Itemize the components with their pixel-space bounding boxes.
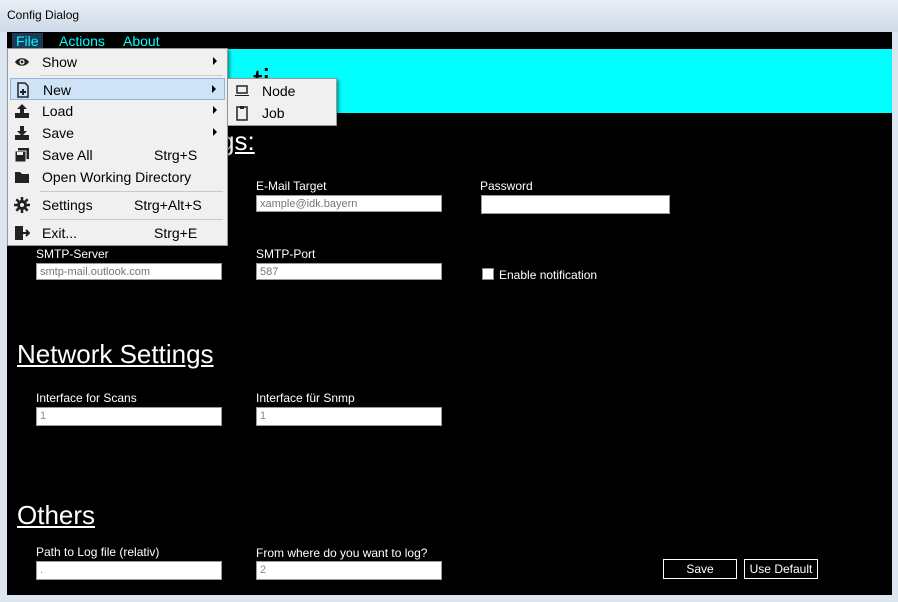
- log-from-label: From where do you want to log?: [256, 546, 428, 560]
- log-path-label: Path to Log file (relativ): [36, 545, 160, 559]
- snmp-interface-label: Interface für Snmp: [256, 391, 355, 405]
- folder-icon: [15, 172, 29, 183]
- scan-interface-label: Interface for Scans: [36, 391, 137, 405]
- title-bar: Config Dialog: [0, 0, 898, 32]
- save-button[interactable]: Save: [663, 559, 737, 579]
- gear-icon: [14, 197, 30, 213]
- menu-bar: File Actions About: [7, 32, 892, 49]
- menu-item-load[interactable]: Load: [10, 100, 225, 122]
- new-file-icon: [17, 82, 29, 98]
- submenu-arrow-icon: [213, 106, 217, 114]
- email-target-label: E-Mail Target: [256, 179, 327, 193]
- network-settings-heading: Network Settings: [17, 339, 214, 369]
- submenu-item-node-label: Node: [262, 83, 296, 99]
- menu-item-exit-label: Exit...: [42, 225, 78, 241]
- submenu-item-job-label: Job: [262, 105, 285, 121]
- scan-interface-field[interactable]: 1: [36, 407, 222, 426]
- menu-separator: [40, 75, 223, 76]
- log-from-field[interactable]: 2: [256, 561, 442, 580]
- menu-actions[interactable]: Actions: [55, 33, 109, 49]
- smtp-port-field[interactable]: [256, 263, 442, 280]
- menu-item-new-label: New: [43, 82, 72, 98]
- submenu-arrow-icon: [213, 57, 217, 65]
- smtp-server-field[interactable]: [36, 263, 222, 280]
- others-heading: Others: [17, 500, 96, 530]
- menu-item-open-working-directory-label: Open Working Directory: [42, 169, 192, 185]
- download-tray-icon: [15, 126, 29, 140]
- menu-item-open-working-directory[interactable]: Open Working Directory: [10, 166, 225, 188]
- laptop-icon: [235, 85, 249, 96]
- menu-item-save-label: Save: [42, 125, 74, 141]
- new-submenu: Node Job: [227, 78, 337, 126]
- upload-tray-icon: [15, 104, 29, 118]
- password-label: Password: [480, 179, 533, 193]
- config-dialog-window: Config Dialog File Actions About ti gs: …: [0, 0, 898, 602]
- submenu-item-job[interactable]: Job: [230, 102, 334, 124]
- submenu-arrow-icon: [213, 128, 217, 136]
- menu-separator: [40, 191, 223, 192]
- exit-door-icon: [15, 226, 30, 240]
- log-path-field[interactable]: .: [36, 561, 222, 580]
- menu-item-show-label: Show: [42, 54, 78, 70]
- file-menu-dropdown: Show New Load Save Save All Strg+S Open …: [7, 48, 228, 246]
- menu-item-save-all[interactable]: Save All Strg+S: [10, 144, 225, 166]
- enable-notification-label: Enable notification: [499, 268, 598, 282]
- menu-separator: [40, 219, 223, 220]
- window-title: Config Dialog: [7, 8, 80, 22]
- email-target-field[interactable]: [256, 195, 442, 212]
- eye-icon: [15, 58, 29, 66]
- menu-item-show[interactable]: Show: [10, 51, 225, 73]
- menu-item-save[interactable]: Save: [10, 122, 225, 144]
- menu-file[interactable]: File: [12, 33, 43, 49]
- menu-item-new[interactable]: New: [10, 78, 225, 100]
- menu-item-load-label: Load: [42, 103, 74, 119]
- use-default-button[interactable]: Use Default: [744, 559, 818, 579]
- save-all-shortcut: Strg+S: [154, 147, 198, 163]
- smtp-port-label: SMTP-Port: [256, 247, 316, 261]
- menu-item-exit[interactable]: Exit... Strg+E: [10, 222, 225, 244]
- clipboard-icon: [236, 106, 248, 121]
- save-all-icon: [14, 148, 29, 163]
- submenu-item-node[interactable]: Node: [230, 80, 334, 102]
- exit-shortcut: Strg+E: [154, 225, 198, 241]
- submenu-arrow-icon: [212, 85, 216, 93]
- menu-item-settings-label: Settings: [42, 197, 93, 213]
- menu-about[interactable]: About: [119, 33, 164, 49]
- snmp-interface-field[interactable]: 1: [256, 407, 442, 426]
- password-field[interactable]: [481, 195, 670, 214]
- settings-shortcut: Strg+Alt+S: [134, 197, 202, 213]
- menu-item-save-all-label: Save All: [42, 147, 93, 163]
- smtp-server-label: SMTP-Server: [36, 247, 109, 261]
- menu-item-settings[interactable]: Settings Strg+Alt+S: [10, 194, 225, 216]
- enable-notification-checkbox[interactable]: [482, 268, 494, 280]
